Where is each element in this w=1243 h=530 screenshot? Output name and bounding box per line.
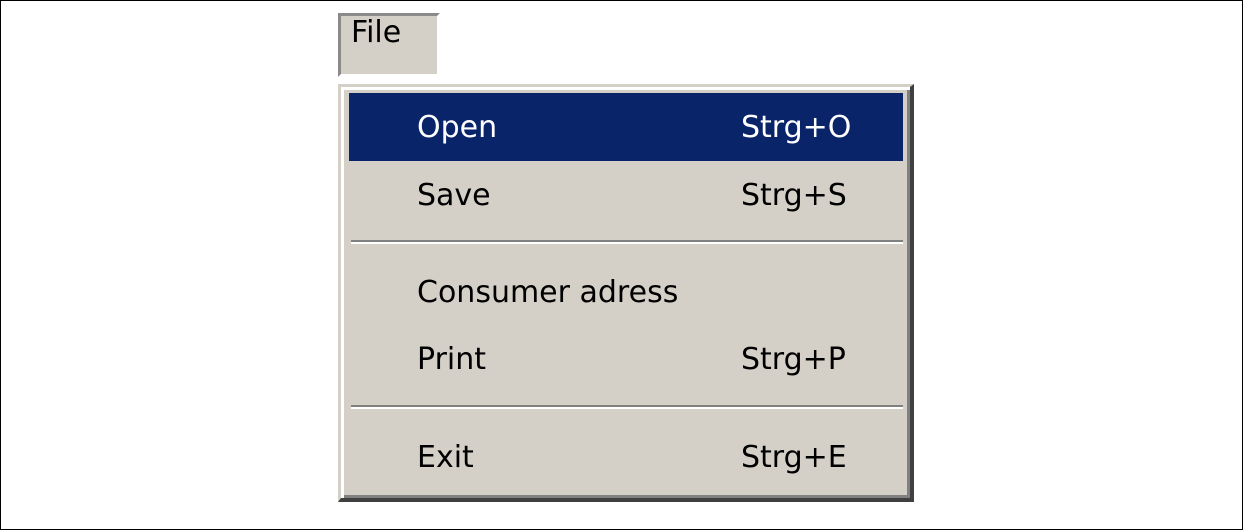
menu-item-exit-shortcut: Strg+E (741, 440, 847, 475)
menu-item-save-shortcut: Strg+S (741, 178, 847, 213)
menu-item-save[interactable]: Save Strg+S (349, 161, 903, 229)
file-menu-label: File (351, 15, 402, 50)
menu-item-open[interactable]: Open Strg+O (349, 93, 903, 161)
menu-item-print[interactable]: Print Strg+P (349, 325, 903, 393)
file-dropdown-menu: Open Strg+O Save Strg+S Consumer adress … (338, 84, 914, 502)
menu-item-consumer-adress[interactable]: Consumer adress (349, 258, 903, 326)
menu-separator (351, 240, 903, 244)
menu-item-open-shortcut: Strg+O (741, 110, 852, 145)
menu-item-print-shortcut: Strg+P (741, 342, 846, 377)
menu-item-exit[interactable]: Exit Strg+E (349, 423, 903, 491)
file-menu-button[interactable]: File (338, 13, 440, 77)
menu-item-save-label: Save (417, 178, 491, 213)
menu-item-print-label: Print (417, 342, 487, 377)
menu-item-consumer-adress-label: Consumer adress (417, 275, 679, 310)
menu-item-exit-label: Exit (417, 440, 474, 475)
menu-separator (351, 405, 903, 409)
menu-item-open-label: Open (417, 110, 498, 145)
